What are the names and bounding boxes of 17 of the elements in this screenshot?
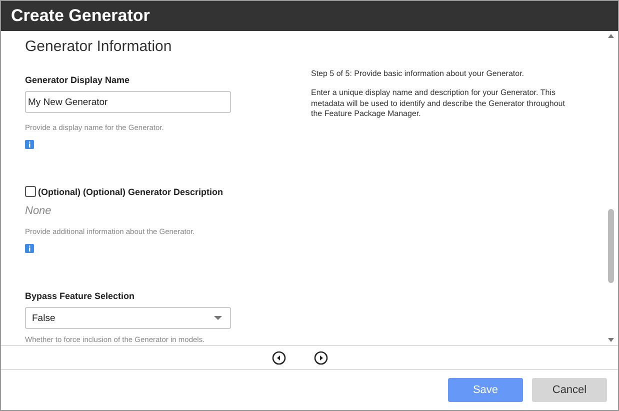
field-label: (Optional) (Optional) Generator Description [38, 186, 224, 196]
info-icon[interactable] [25, 140, 34, 149]
cancel-button[interactable]: Cancel [532, 378, 607, 402]
previous-icon[interactable] [272, 350, 286, 364]
field-value: None [25, 205, 52, 217]
field-label: Bypass Feature Selection [25, 291, 136, 301]
section-title: Generator Information [25, 38, 173, 55]
info-icon[interactable] [25, 244, 34, 253]
checkbox[interactable] [25, 186, 36, 197]
instruction-text: Enter a unique display name and description for your Generator. This metadata will be used to identify and describe the Generator throughout the Feature Package Manager. [311, 88, 566, 120]
instruction-text: Step 5 of 5: Provide basic information about your Generator. [311, 69, 526, 80]
window-title: Create Generator [1, 1, 618, 31]
scrollbar-thumb[interactable] [608, 209, 614, 283]
text-field[interactable]: My New Generator [25, 91, 231, 113]
dropdown[interactable]: False [25, 307, 231, 329]
next-icon[interactable] [314, 350, 328, 364]
field-label: Generator Display Name [25, 75, 131, 85]
